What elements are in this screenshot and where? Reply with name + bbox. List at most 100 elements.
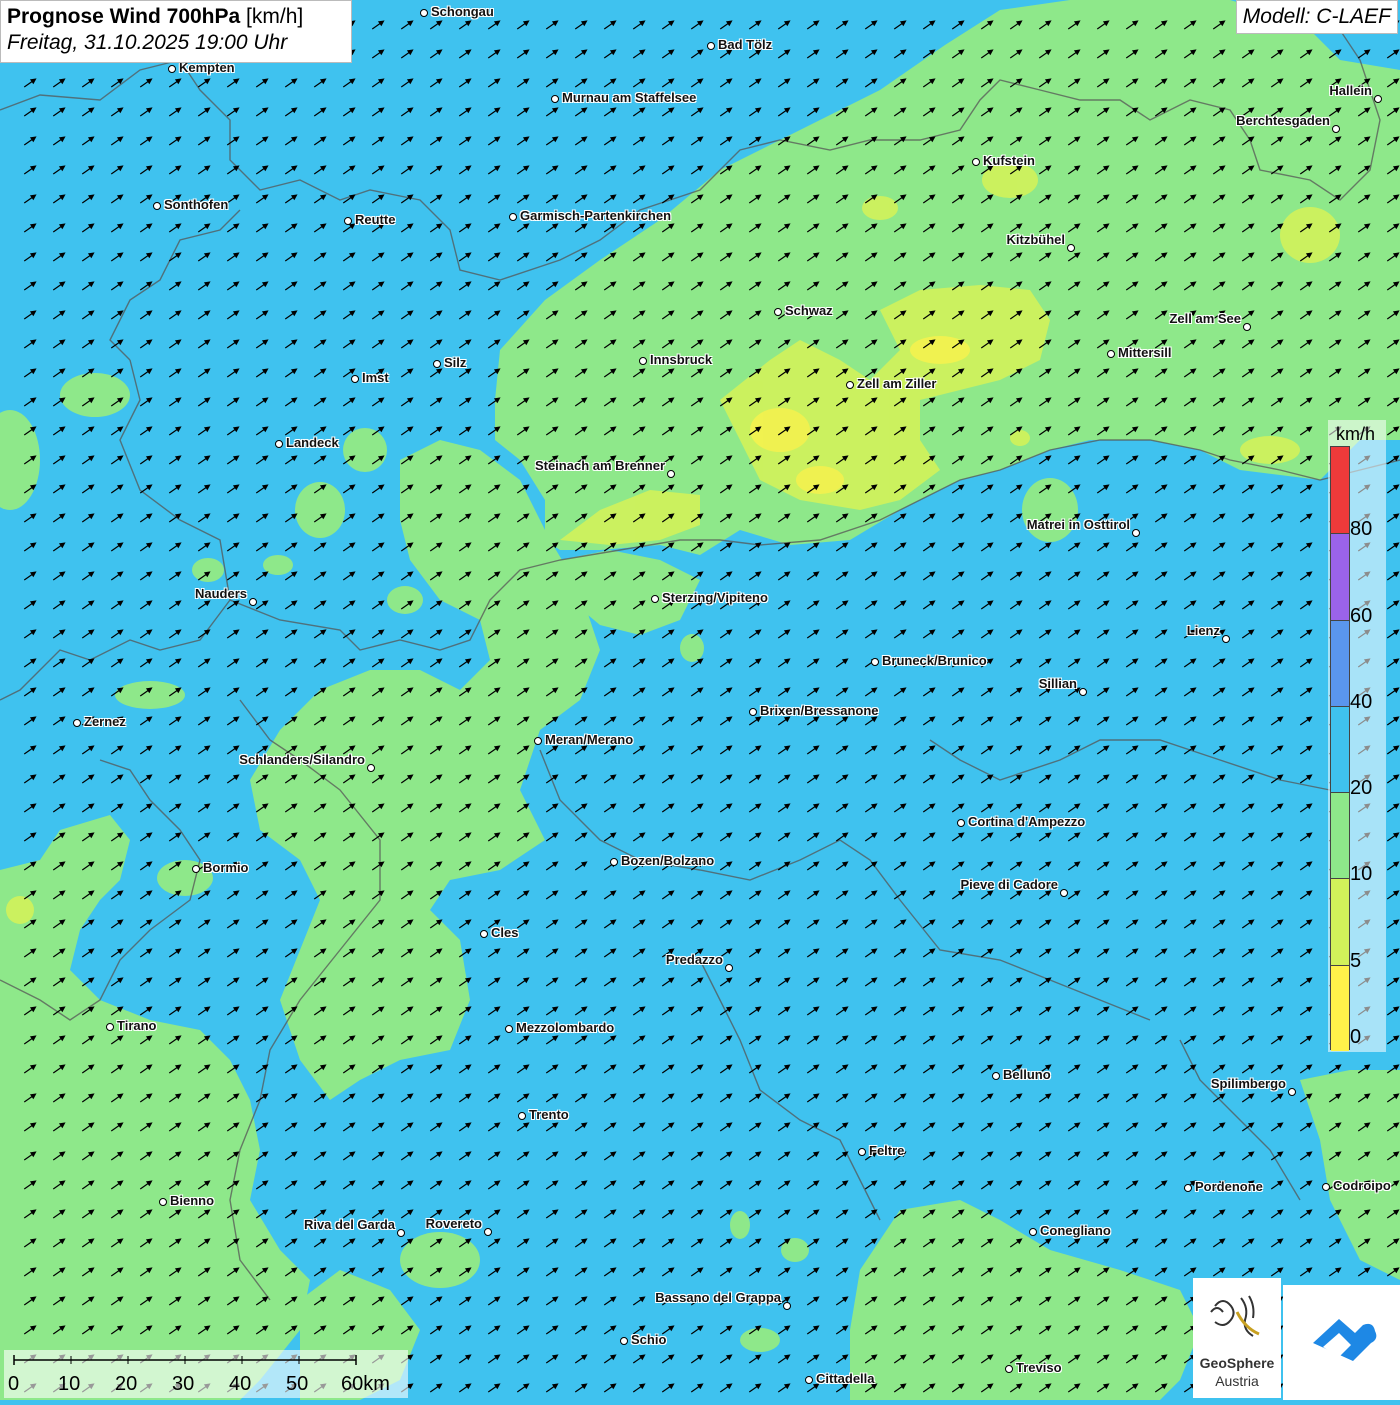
legend-color-segment bbox=[1331, 620, 1349, 707]
city-marker[interactable] bbox=[957, 819, 965, 827]
city-marker[interactable] bbox=[367, 764, 375, 772]
city-label: Garmisch-Partenkirchen bbox=[520, 208, 671, 223]
city-marker[interactable] bbox=[534, 737, 542, 745]
legend-color-segment bbox=[1331, 706, 1349, 793]
city-marker[interactable] bbox=[159, 1198, 167, 1206]
city-marker[interactable] bbox=[344, 217, 352, 225]
city-marker[interactable] bbox=[858, 1148, 866, 1156]
city-label: Feltre bbox=[869, 1143, 904, 1158]
title: Prognose Wind 700hPa [km/h] bbox=[7, 4, 345, 30]
city-marker[interactable] bbox=[972, 158, 980, 166]
legend-tick-label: 80 bbox=[1350, 518, 1372, 541]
city-label: Sterzing/Vipiteno bbox=[662, 590, 768, 605]
city-marker[interactable] bbox=[1067, 244, 1075, 252]
city-marker[interactable] bbox=[505, 1025, 513, 1033]
city-marker[interactable] bbox=[1332, 125, 1340, 133]
scale-tick-label: 60km bbox=[341, 1373, 390, 1396]
city-label: Cortina d'Ampezzo bbox=[968, 814, 1085, 829]
city-marker[interactable] bbox=[192, 865, 200, 873]
city-label: Conegliano bbox=[1040, 1223, 1111, 1238]
city-marker[interactable] bbox=[1322, 1183, 1330, 1191]
city-marker[interactable] bbox=[846, 381, 854, 389]
city-label: Rovereto bbox=[426, 1216, 482, 1231]
legend-color-segment bbox=[1331, 878, 1349, 965]
city-marker[interactable] bbox=[509, 213, 517, 221]
city-marker[interactable] bbox=[620, 1337, 628, 1345]
city-marker[interactable] bbox=[1079, 688, 1087, 696]
city-label: Berchtesgaden bbox=[1236, 113, 1330, 128]
city-label: Spilimbergo bbox=[1211, 1076, 1286, 1091]
title-box: Prognose Wind 700hPa [km/h] Freitag, 31.… bbox=[0, 0, 352, 63]
city-marker[interactable] bbox=[1060, 889, 1068, 897]
city-label: Bruneck/Brunico bbox=[882, 653, 987, 668]
city-marker[interactable] bbox=[1107, 350, 1115, 358]
city-marker[interactable] bbox=[1005, 1365, 1013, 1373]
city-marker[interactable] bbox=[871, 658, 879, 666]
city-label: Cles bbox=[491, 925, 518, 940]
city-marker[interactable] bbox=[1243, 323, 1251, 331]
model-label: Modell: C-LAEF bbox=[1236, 0, 1398, 34]
city-label: Landeck bbox=[286, 435, 339, 450]
city-marker[interactable] bbox=[168, 65, 176, 73]
city-marker[interactable] bbox=[774, 308, 782, 316]
geosphere-logo-subtext: Austria bbox=[1193, 1373, 1281, 1389]
city-label: Bienno bbox=[170, 1193, 214, 1208]
city-marker[interactable] bbox=[1184, 1184, 1192, 1192]
city-marker[interactable] bbox=[397, 1229, 405, 1237]
city-marker[interactable] bbox=[73, 719, 81, 727]
scale-tick-label: 10 bbox=[58, 1373, 80, 1396]
city-marker[interactable] bbox=[106, 1023, 114, 1031]
city-label: Zernez bbox=[84, 714, 126, 729]
city-label: Steinach am Brenner bbox=[535, 458, 665, 473]
city-label: Lienz bbox=[1187, 623, 1220, 638]
city-marker[interactable] bbox=[153, 202, 161, 210]
city-label: Brixen/Bressanone bbox=[760, 703, 879, 718]
city-marker[interactable] bbox=[1374, 95, 1382, 103]
legend-tick-label: 10 bbox=[1350, 863, 1372, 886]
city-marker[interactable] bbox=[480, 930, 488, 938]
weather-app-logo[interactable] bbox=[1283, 1285, 1400, 1400]
legend-tick-label: 5 bbox=[1350, 950, 1361, 973]
city-label: Zell am Ziller bbox=[857, 376, 936, 391]
city-marker[interactable] bbox=[1288, 1088, 1296, 1096]
city-label: Sonthofen bbox=[164, 197, 228, 212]
title-main: Prognose Wind 700hPa bbox=[7, 5, 240, 28]
city-marker[interactable] bbox=[610, 858, 618, 866]
city-label: Treviso bbox=[1016, 1360, 1062, 1375]
legend-tick-label: 40 bbox=[1350, 691, 1372, 714]
city-label: Imst bbox=[362, 370, 389, 385]
city-label: Reutte bbox=[355, 212, 395, 227]
city-marker[interactable] bbox=[518, 1112, 526, 1120]
city-marker[interactable] bbox=[783, 1302, 791, 1310]
city-marker[interactable] bbox=[249, 598, 257, 606]
city-label: Kufstein bbox=[983, 153, 1035, 168]
city-marker[interactable] bbox=[707, 42, 715, 50]
city-marker[interactable] bbox=[1029, 1228, 1037, 1236]
city-marker[interactable] bbox=[749, 708, 757, 716]
city-marker[interactable] bbox=[351, 375, 359, 383]
city-marker[interactable] bbox=[420, 9, 428, 17]
city-label: Murnau am Staffelsee bbox=[562, 90, 696, 105]
scale-tick-label: 50 bbox=[286, 1373, 308, 1396]
legend-unit: km/h bbox=[1336, 424, 1375, 445]
city-marker[interactable] bbox=[433, 360, 441, 368]
city-marker[interactable] bbox=[1222, 635, 1230, 643]
city-marker[interactable] bbox=[484, 1228, 492, 1236]
city-marker[interactable] bbox=[551, 95, 559, 103]
city-label: Cittadella bbox=[816, 1371, 875, 1386]
city-marker[interactable] bbox=[725, 964, 733, 972]
city-label: Kitzbühel bbox=[1007, 232, 1066, 247]
city-label: Mezzolombardo bbox=[516, 1020, 614, 1035]
city-marker[interactable] bbox=[651, 595, 659, 603]
city-marker[interactable] bbox=[1132, 529, 1140, 537]
city-marker[interactable] bbox=[667, 470, 675, 478]
city-label: Mittersill bbox=[1118, 345, 1171, 360]
city-marker[interactable] bbox=[639, 357, 647, 365]
scale-tick-label: 0 bbox=[8, 1373, 19, 1396]
city-label: Codroipo bbox=[1333, 1178, 1391, 1193]
city-marker[interactable] bbox=[805, 1376, 813, 1384]
city-marker[interactable] bbox=[275, 440, 283, 448]
city-marker[interactable] bbox=[992, 1072, 1000, 1080]
scale-tick-label: 40 bbox=[229, 1373, 251, 1396]
geosphere-logo-icon bbox=[1193, 1278, 1281, 1358]
